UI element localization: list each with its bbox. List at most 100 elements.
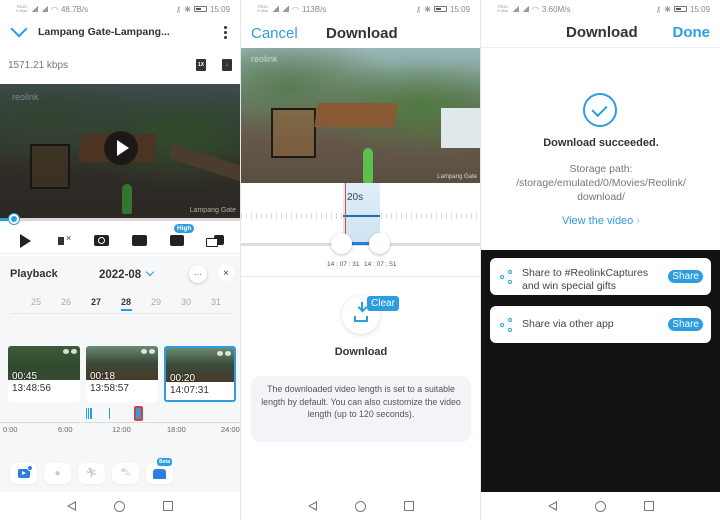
selection-length: 20s (347, 192, 364, 203)
cancel-button[interactable]: Cancel (251, 25, 298, 42)
close-button[interactable]: × (218, 265, 234, 281)
clock: 15:09 (449, 4, 470, 14)
back-icon[interactable] (308, 501, 317, 511)
system-nav-bar (481, 492, 720, 520)
timeline-tick: 12:00 (112, 425, 131, 434)
play-overlay-icon[interactable] (104, 131, 138, 165)
back-icon[interactable] (67, 501, 76, 511)
play-button[interactable] (16, 232, 34, 250)
timeline-event-bar[interactable] (108, 408, 111, 419)
more-menu-icon[interactable] (220, 25, 230, 39)
all-videos-filter[interactable] (10, 463, 37, 484)
collapse-chevron-icon[interactable] (10, 25, 30, 39)
trim-timeline[interactable]: 20s 14 : 07 : 31 14 : 07 : 51 (241, 183, 480, 277)
car-icon: ⛍ (120, 467, 131, 478)
progress-handle[interactable] (9, 214, 20, 224)
vehicle-filter[interactable]: ⛍ (112, 463, 139, 484)
day-item[interactable]: 31 (206, 297, 226, 307)
clip-list: 00:45 13:48:56 00:18 13:58:57 00:20 14:0… (0, 346, 240, 402)
record-button[interactable] (130, 232, 148, 250)
pet-filter[interactable]: ● (44, 463, 71, 484)
playback-screen: TRUE-H dtac ◠ 48.7B/s ⚷ ✱ 15:09 Lampang … (0, 0, 240, 520)
person-filter[interactable]: 🏃︎ (78, 463, 105, 484)
day-item[interactable]: 25 (26, 297, 46, 307)
timeline-tick: 24:00 (221, 425, 240, 434)
chevron-down-icon (145, 267, 155, 277)
recents-icon[interactable] (404, 501, 414, 511)
recents-icon[interactable] (644, 501, 654, 511)
share-other-app-item[interactable]: Share via other app Share (490, 306, 711, 343)
home-icon[interactable] (355, 500, 366, 512)
clip-thumbnail[interactable]: 00:45 13:48:56 (8, 346, 80, 402)
timeline-events[interactable] (0, 406, 240, 422)
share-button[interactable]: Share (668, 270, 703, 283)
video-scene (441, 108, 480, 148)
mute-icon (58, 233, 71, 245)
video-preview[interactable]: reolink Lampang Gate (241, 48, 480, 183)
video-scene (271, 108, 316, 158)
done-button[interactable]: Done (673, 24, 711, 41)
view-video-link[interactable]: View the video › (481, 215, 720, 227)
trim-end-handle[interactable] (369, 233, 390, 254)
download-trim-screen: TRUE-H dtac ◠ 113B/s ⚷ ✱ 15:09 Cancel Do… (240, 0, 480, 520)
day-item[interactable]: 30 (176, 297, 196, 307)
day-item[interactable]: 29 (146, 297, 166, 307)
mute-button[interactable] (54, 232, 72, 250)
day-item[interactable]: 27 (86, 297, 106, 307)
clip-thumbnail-selected[interactable]: 00:20 14:07:31 (164, 346, 236, 402)
quality-button[interactable]: High (168, 223, 195, 250)
battery-icon (433, 6, 447, 12)
timeline-event-bar[interactable] (87, 408, 90, 419)
month-selector[interactable]: 2022-08 (99, 265, 155, 283)
video-progress-bar[interactable] (0, 214, 240, 224)
trim-start-handle[interactable] (331, 233, 352, 254)
share-icon (500, 317, 514, 332)
brand-watermark: reolink (251, 54, 278, 64)
home-icon[interactable] (595, 500, 606, 512)
home-icon[interactable] (114, 500, 125, 512)
wifi-icon: ◠ (292, 4, 299, 14)
timeline-axis[interactable] (0, 422, 240, 423)
timeline-current-marker[interactable] (134, 406, 144, 421)
page-title: Download (326, 24, 398, 42)
more-button[interactable]: ··· (189, 265, 207, 283)
storage-path-label: Storage path: (569, 163, 633, 175)
timeline-tick: 0:00 (3, 425, 18, 434)
playback-controls: High (0, 223, 240, 254)
month-label: 2022-08 (99, 269, 142, 281)
back-icon[interactable] (548, 501, 557, 511)
pet-icon: ● (54, 468, 61, 479)
image-quality-icon (170, 235, 184, 246)
recents-icon[interactable] (163, 501, 173, 511)
person-running-icon: 🏃︎ (85, 468, 98, 479)
clip-button[interactable] (206, 232, 224, 250)
day-item-selected[interactable]: 28 (116, 297, 136, 311)
download-label: Download (334, 346, 388, 358)
nav-header: Download Done (481, 18, 720, 48)
download-button[interactable]: ↓ (222, 59, 232, 71)
timeline-event-bar[interactable] (90, 408, 92, 419)
clear-button[interactable]: Clear (367, 296, 399, 311)
clip-duration: 00:18 (90, 371, 116, 382)
video-scene (363, 148, 373, 183)
clip-thumbnail[interactable]: 00:18 13:58:57 (86, 346, 158, 402)
share-reolinkcaptures-item[interactable]: Share to #ReolinkCaptures and win specia… (490, 258, 711, 295)
signal-icon (41, 6, 48, 12)
bluetooth-icon: ✱ (424, 4, 431, 14)
video-scene (314, 103, 398, 127)
snapshot-button[interactable] (92, 232, 110, 250)
nav-header: Cancel Download (241, 18, 480, 48)
status-bar: TRUE-H dtac ◠ 113B/s ⚷ ✱ 15:09 (241, 0, 480, 18)
clock: 15:09 (689, 4, 710, 14)
speed-button[interactable]: 1X (196, 59, 206, 71)
signal-icon (512, 6, 519, 12)
status-bar: TRUE-H dtac ◠ 48.7B/s ⚷ ✱ 15:09 (0, 0, 240, 18)
video-player[interactable]: reolink Lampang Gate (0, 84, 240, 218)
tag-icons (63, 349, 77, 354)
day-item[interactable]: 26 (56, 297, 76, 307)
face-filter[interactable]: Beta (146, 458, 173, 484)
share-button[interactable]: Share (668, 318, 703, 331)
download-success-screen: TRUE-H dtac ◠ 3.60M/s ⚷ ✱ 15:09 Download… (480, 0, 720, 520)
wifi-icon: ◠ (532, 4, 539, 14)
brand-watermark: reolink (12, 92, 39, 102)
